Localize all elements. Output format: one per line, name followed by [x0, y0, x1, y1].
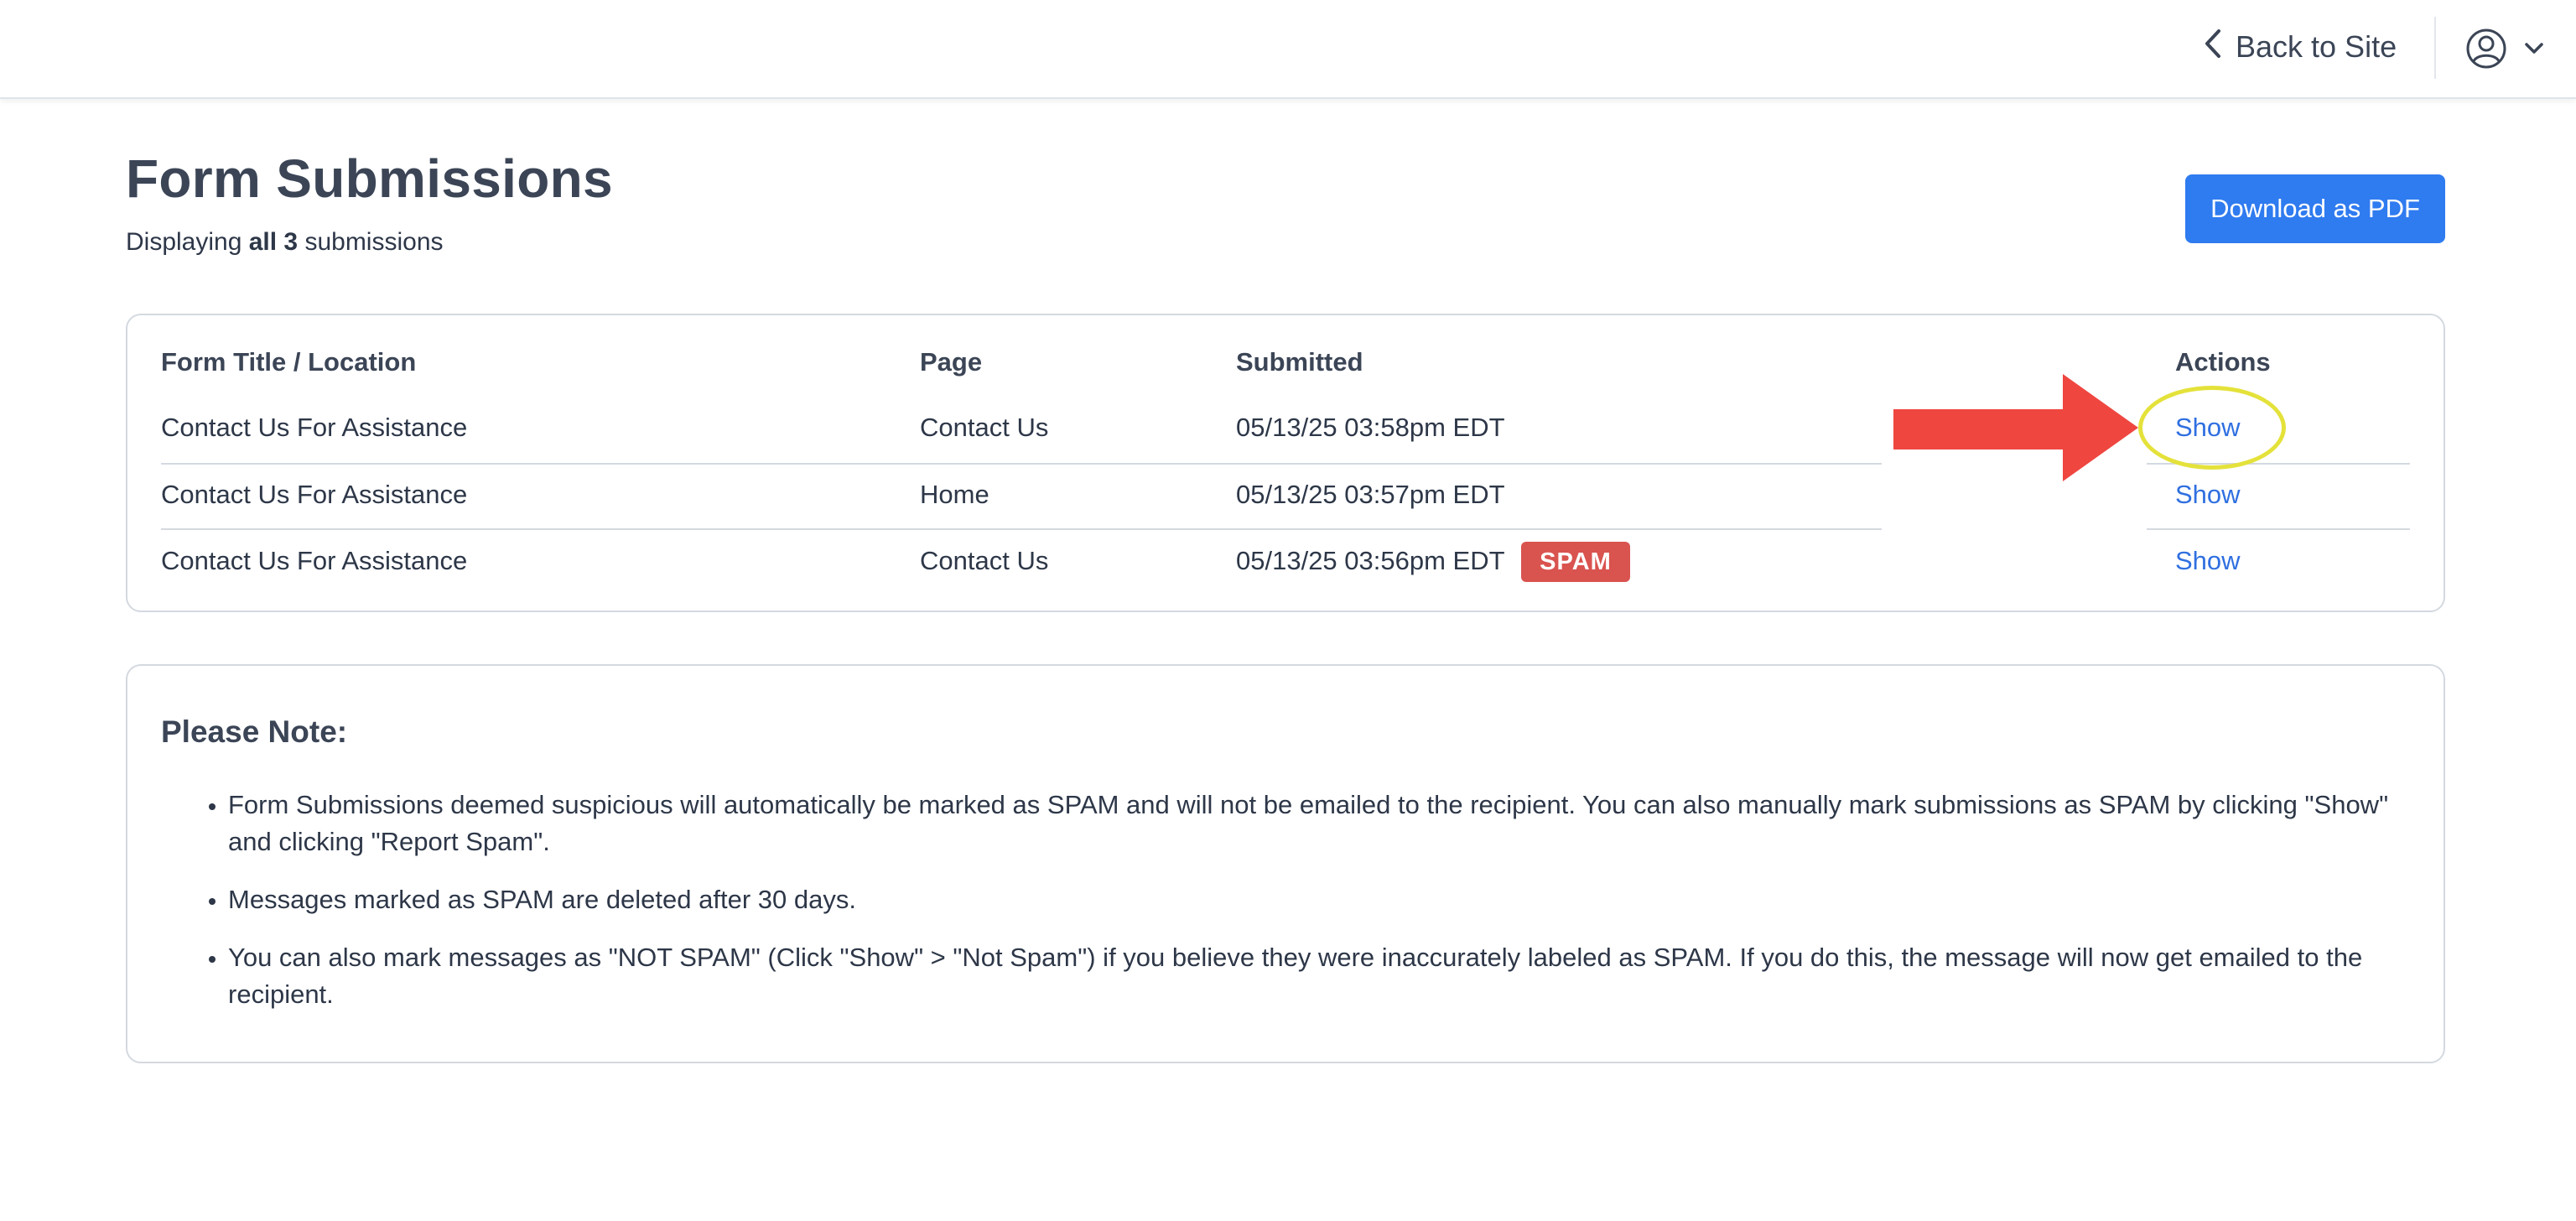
page-title: Form Submissions	[126, 148, 613, 209]
back-to-site-link[interactable]: Back to Site	[2204, 25, 2397, 69]
table-row-3-show-link[interactable]: Show	[2175, 546, 2241, 576]
note-heading: Please Note:	[161, 714, 348, 749]
annotation-highlight-circle	[2138, 386, 2286, 470]
row-divider	[161, 463, 1882, 465]
column-header-submitted: Submitted	[1236, 347, 1363, 377]
subtitle-count: all 3	[248, 228, 299, 256]
row-divider	[2147, 528, 2410, 530]
note-item: You can also mark messages as "NOT SPAM"…	[228, 939, 2408, 1013]
column-header-form-title: Form Title / Location	[161, 347, 417, 377]
back-to-site-label: Back to Site	[2236, 29, 2397, 64]
table-row-3-page: Contact Us	[920, 546, 1049, 575]
subtitle-prefix: Displaying	[126, 228, 249, 256]
chevron-left-icon	[2204, 29, 2222, 66]
table-row-1-page: Contact Us	[920, 413, 1049, 442]
row-divider	[161, 528, 1882, 530]
table-row-2-show-link[interactable]: Show	[2175, 480, 2241, 510]
table-row-2-form: Contact Us For Assistance	[161, 480, 468, 509]
column-header-actions: Actions	[2175, 347, 2271, 377]
table-row-2-page: Home	[920, 480, 989, 509]
top-bar: Back to Site	[0, 0, 2576, 99]
note-list: Form Submissions deemed suspicious will …	[161, 787, 2408, 1034]
chevron-down-icon	[2524, 42, 2544, 55]
annotation-arrow-icon	[1893, 374, 2138, 481]
table-row-3-submitted: 05/13/25 03:56pm EDT	[1236, 546, 1505, 575]
subtitle-suffix: submissions	[298, 228, 444, 256]
user-menu-button[interactable]	[2465, 25, 2544, 72]
note-item: Messages marked as SPAM are deleted afte…	[228, 881, 2408, 918]
table-row-2-submitted: 05/13/25 03:57pm EDT	[1236, 480, 1505, 509]
spam-badge: SPAM	[1521, 542, 1630, 582]
table-row-1-form: Contact Us For Assistance	[161, 413, 468, 442]
table-row-1-submitted: 05/13/25 03:58pm EDT	[1236, 413, 1505, 442]
user-circle-icon	[2465, 28, 2507, 70]
note-item: Form Submissions deemed suspicious will …	[228, 787, 2408, 860]
table-row-3-form: Contact Us For Assistance	[161, 546, 468, 575]
column-header-page: Page	[920, 347, 983, 377]
submission-count-text: Displaying all 3 submissions	[126, 228, 444, 257]
download-pdf-button[interactable]: Download as PDF	[2185, 174, 2445, 243]
topbar-divider	[2434, 17, 2436, 79]
